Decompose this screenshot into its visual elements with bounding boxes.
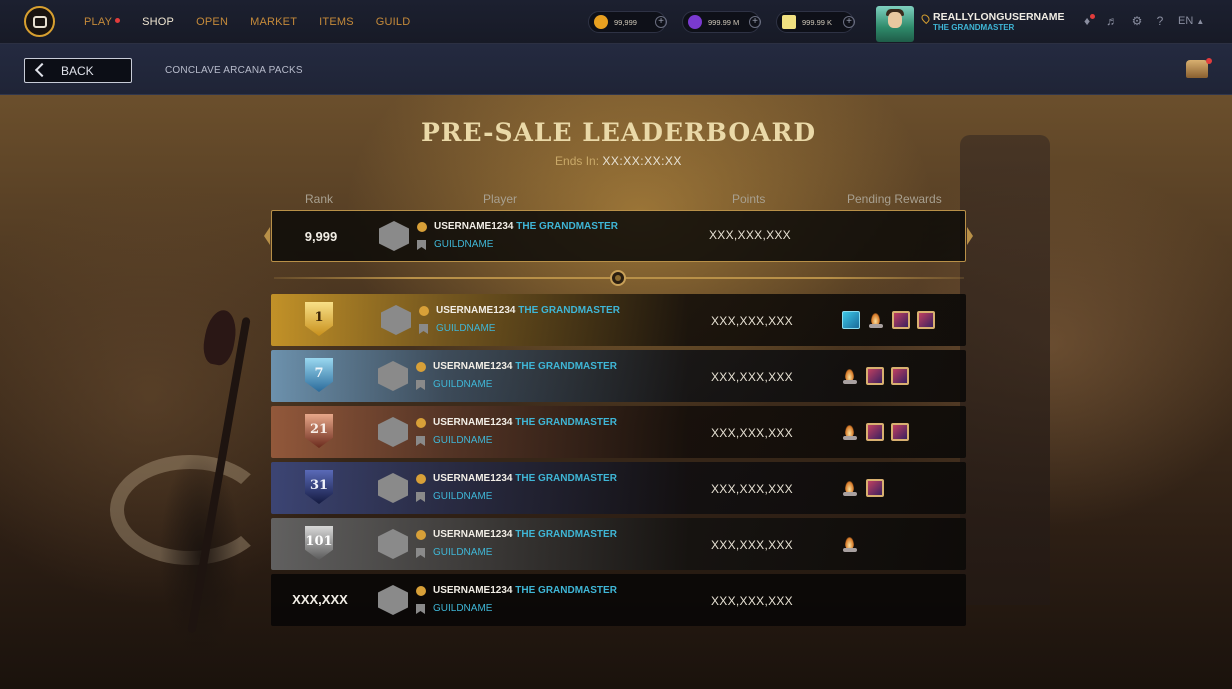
nav-play[interactable]: PLAY	[84, 16, 121, 28]
notification-dot-icon	[115, 18, 121, 23]
rank-value: 9,999	[304, 229, 338, 244]
pending-rewards	[841, 479, 891, 497]
game-logo-icon[interactable]	[24, 6, 55, 37]
ticket-icon	[782, 15, 796, 29]
player-name[interactable]: USERNAME1234 THE GRANDMASTER	[434, 221, 618, 232]
column-header-player: Player	[483, 192, 518, 206]
card-icon[interactable]	[891, 423, 909, 441]
card-icon[interactable]	[917, 311, 935, 329]
coin-icon	[416, 418, 426, 428]
guild-flag-icon	[417, 240, 426, 250]
flame-icon[interactable]	[841, 535, 859, 553]
card-icon[interactable]	[866, 423, 884, 441]
points-value: XXX,XXX,XXX	[710, 314, 793, 328]
tower-silhouette	[960, 135, 1050, 605]
coin-icon	[416, 474, 426, 484]
avatar[interactable]	[876, 6, 914, 42]
player-name[interactable]: USERNAME1234 THE GRANDMASTER	[433, 529, 617, 540]
rank-value: XXX,XXX	[292, 592, 348, 607]
username[interactable]: REALLYLONGUSERNAME	[933, 11, 1064, 23]
add-tickets-button[interactable]: +	[843, 16, 855, 28]
top-nav-bar: PLAY SHOP OPEN MARKET ITEMS GUILD 99,999…	[0, 0, 1232, 44]
table-row[interactable]: 31 USERNAME1234 THE GRANDMASTER GUILDNAME X…	[271, 462, 966, 514]
add-gems-button[interactable]: +	[749, 16, 761, 28]
guild-name[interactable]: GUILDNAME	[436, 323, 495, 334]
coin-icon	[416, 362, 426, 372]
player-name[interactable]: USERNAME1234 THE GRANDMASTER	[433, 361, 617, 372]
coin-icon	[416, 530, 426, 540]
pending-rewards	[841, 423, 916, 441]
coin-icon	[419, 306, 429, 316]
card-icon[interactable]	[892, 311, 910, 329]
column-header-rewards: Pending Rewards	[847, 192, 942, 206]
guild-name[interactable]: GUILDNAME	[433, 379, 492, 390]
page-title: PRE-SALE LEADERBOARD	[420, 118, 817, 147]
flame-icon[interactable]	[841, 479, 859, 497]
points-value: XXX,XXX,XXX	[710, 370, 793, 384]
card-icon[interactable]	[891, 367, 909, 385]
guild-name[interactable]: GUILDNAME	[433, 547, 492, 558]
notification-dot-icon	[1206, 58, 1212, 64]
table-row[interactable]: 101 USERNAME1234 THE GRANDMASTER GUILDNAME…	[271, 518, 966, 570]
coin-icon	[417, 222, 427, 232]
add-gold-button[interactable]: +	[655, 16, 667, 28]
breadcrumb: CONCLAVE ARCANA PACKS	[165, 65, 303, 76]
table-row[interactable]: 1 USERNAME1234 THE GRANDMASTER GUILDNAME XX…	[271, 294, 966, 346]
points-value: XXX,XXX,XXX	[708, 228, 791, 242]
flame-icon[interactable]	[841, 367, 859, 385]
notification-dot-icon	[1090, 14, 1095, 19]
nav-open[interactable]: OPEN	[196, 16, 228, 28]
nav-market[interactable]: MARKET	[250, 16, 297, 28]
player-name[interactable]: USERNAME1234 THE GRANDMASTER	[433, 473, 617, 484]
language-select[interactable]: EN ▲	[1178, 15, 1204, 27]
table-row[interactable]: XXX,XXX USERNAME1234 THE GRANDMASTER GUILD…	[271, 574, 966, 626]
chevron-left-icon	[34, 62, 50, 78]
player-name[interactable]: USERNAME1234 THE GRANDMASTER	[433, 585, 617, 596]
player-name[interactable]: USERNAME1234 THE GRANDMASTER	[436, 305, 620, 316]
main-nav: PLAY SHOP OPEN MARKET ITEMS GUILD	[84, 0, 432, 44]
coin-icon	[416, 586, 426, 596]
column-header-rank: Rank	[305, 192, 334, 206]
divider-gem-icon	[610, 270, 626, 286]
points-value: XXX,XXX,XXX	[710, 594, 793, 608]
table-row[interactable]: 7 USERNAME1234 THE GRANDMASTER GUILDNAME XX…	[271, 350, 966, 402]
chest-icon[interactable]	[1186, 60, 1208, 78]
guild-name[interactable]: GUILDNAME	[433, 435, 492, 446]
points-value: XXX,XXX,XXX	[710, 426, 793, 440]
shard-icon[interactable]	[842, 311, 860, 329]
nav-guild[interactable]: GUILD	[376, 16, 411, 28]
back-button[interactable]: BACK	[24, 58, 132, 83]
user-title: THE GRANDMASTER	[933, 23, 1015, 32]
staff-head-silhouette	[200, 307, 240, 368]
caret-up-icon: ▲	[1196, 17, 1205, 26]
guild-name[interactable]: GUILDNAME	[433, 603, 492, 614]
card-icon[interactable]	[866, 367, 884, 385]
points-value: XXX,XXX,XXX	[710, 538, 793, 552]
points-value: XXX,XXX,XXX	[710, 482, 793, 496]
card-icon[interactable]	[866, 479, 884, 497]
column-header-points: Points	[732, 192, 766, 206]
flame-icon[interactable]	[841, 423, 859, 441]
help-icon[interactable]: ?	[1153, 14, 1167, 28]
guild-name[interactable]: GUILDNAME	[433, 491, 492, 502]
pending-rewards	[841, 535, 866, 553]
table-row[interactable]: 21 USERNAME1234 THE GRANDMASTER GUILDNAME X…	[271, 406, 966, 458]
my-rank-row: 9,999 USERNAME1234 THE GRANDMASTER GUILD…	[264, 210, 966, 262]
flame-icon[interactable]	[867, 311, 885, 329]
countdown: Ends In: XX:XX:XX:XX	[555, 154, 682, 168]
pending-rewards	[841, 367, 916, 385]
nav-shop[interactable]: SHOP	[142, 16, 174, 28]
player-name[interactable]: USERNAME1234 THE GRANDMASTER	[433, 417, 617, 428]
purple-gem-icon	[688, 15, 702, 29]
gold-coin-icon	[594, 15, 608, 29]
guild-emblem-icon	[379, 221, 409, 251]
guild-name[interactable]: GUILDNAME	[434, 239, 493, 250]
location-pin-icon	[919, 12, 932, 25]
pending-rewards	[842, 311, 942, 329]
gear-icon[interactable]: ⚙	[1130, 14, 1144, 28]
speaker-icon[interactable]: ♬	[1105, 14, 1119, 28]
nav-items[interactable]: ITEMS	[319, 16, 354, 28]
